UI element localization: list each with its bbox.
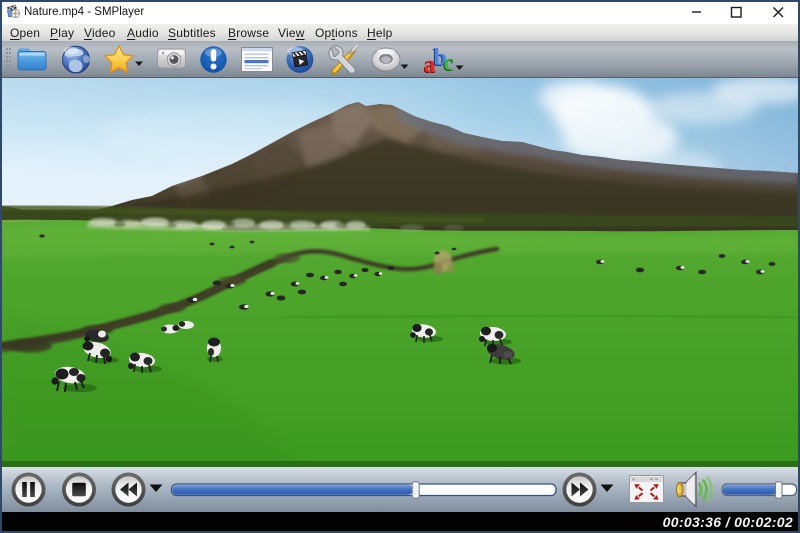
svg-text:c: c xyxy=(444,50,455,76)
